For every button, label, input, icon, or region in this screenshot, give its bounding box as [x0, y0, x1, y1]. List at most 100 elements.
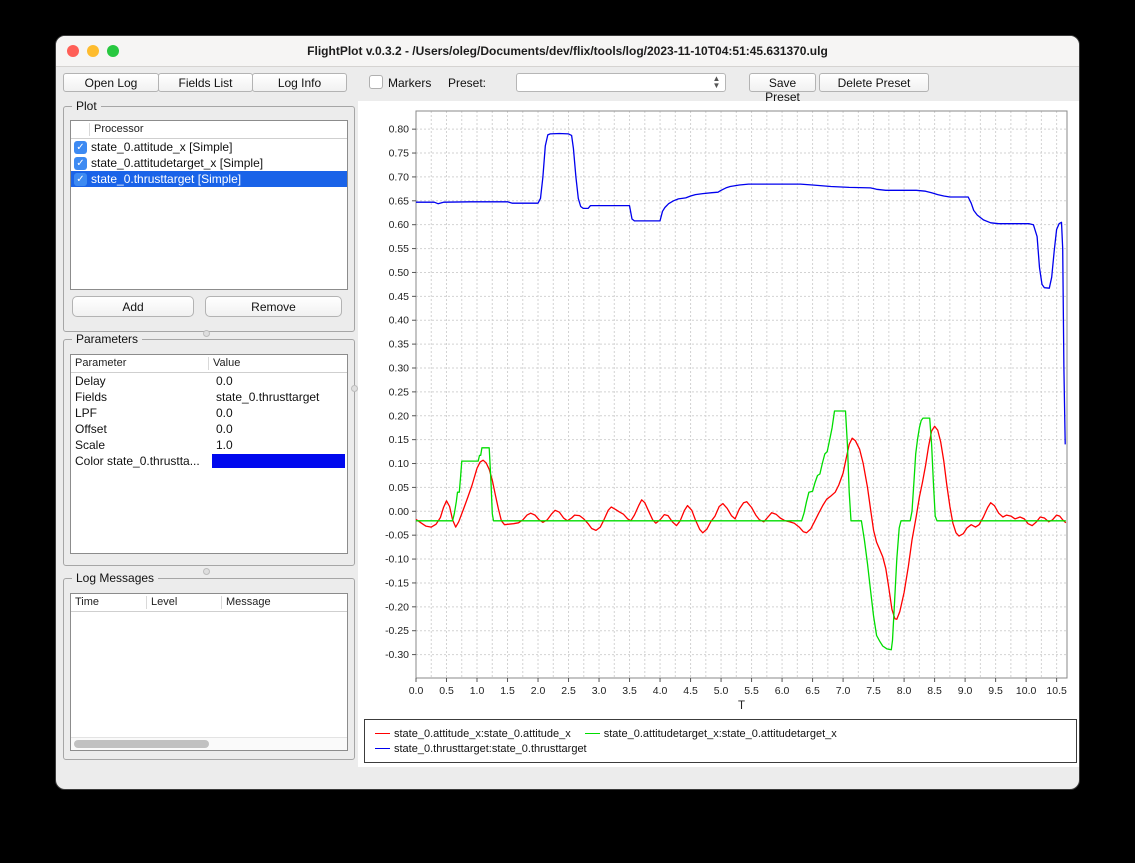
- y-tick-label: 0.75: [389, 148, 410, 160]
- x-tick-label: 6.5: [805, 685, 820, 697]
- x-tick-label: 3.0: [592, 685, 607, 697]
- desktop: { "window": { "title": "FlightPlot v.0.3…: [0, 0, 1135, 863]
- parameter-column-header: Parameter: [71, 357, 208, 370]
- y-tick-label: -0.15: [385, 577, 409, 589]
- splitter-grip-vertical[interactable]: [351, 385, 358, 392]
- close-window-button[interactable]: [67, 45, 79, 57]
- y-tick-label: 0.65: [389, 195, 410, 207]
- log-scrollbar-thumb[interactable]: [74, 740, 209, 748]
- parameter-name: Offset: [71, 422, 212, 436]
- time-column-header: Time: [71, 596, 146, 609]
- markers-checkbox[interactable]: [369, 75, 383, 89]
- log-horizontal-scrollbar[interactable]: [71, 737, 347, 750]
- x-tick-label: 5.5: [744, 685, 759, 697]
- message-column-header: Message: [221, 596, 347, 609]
- x-tick-label: 2.0: [531, 685, 546, 697]
- processor-row[interactable]: ✓ state_0.attitude_x [Simple]: [71, 139, 347, 155]
- parameter-value: 0.0: [212, 422, 347, 436]
- parameter-row[interactable]: Scale1.0: [71, 437, 347, 453]
- parameter-row[interactable]: Offset0.0: [71, 421, 347, 437]
- x-tick-label: 3.5: [622, 685, 637, 697]
- preset-combobox[interactable]: ▲▼: [516, 73, 726, 92]
- processor-list-rows: ✓ state_0.attitude_x [Simple]✓state_0.att…: [71, 139, 347, 187]
- processor-row-label: state_0.attitude_x [Simple]: [91, 140, 232, 154]
- legend-label: state_0.attitudetarget_x:state_0.attitud…: [604, 728, 837, 740]
- x-axis-label: T: [738, 700, 745, 712]
- processor-checkbox-icon[interactable]: ✓: [74, 173, 87, 186]
- markers-label: Markers: [388, 76, 431, 90]
- chart-panel: 0.800.750.700.650.600.550.500.450.400.35…: [358, 101, 1080, 767]
- value-column-header: Value: [208, 357, 347, 370]
- legend-item: state_0.attitude_x:state_0.attitude_x: [375, 728, 571, 740]
- y-tick-label: 0.45: [389, 291, 410, 303]
- parameter-row[interactable]: Delay0.0: [71, 373, 347, 389]
- x-tick-label: 10.0: [1016, 685, 1037, 697]
- processor-row-label: state_0.thrusttarget [Simple]: [91, 172, 241, 186]
- parameter-row[interactable]: Fieldsstate_0.thrusttarget: [71, 389, 347, 405]
- legend-line-icon: [375, 748, 390, 749]
- processor-checkbox-icon[interactable]: ✓: [74, 141, 87, 154]
- save-preset-button[interactable]: Save Preset: [749, 73, 816, 92]
- processor-checkbox-icon[interactable]: ✓: [74, 157, 87, 170]
- y-tick-label: 0.55: [389, 243, 410, 255]
- delete-preset-button[interactable]: Delete Preset: [819, 73, 929, 92]
- parameter-value: state_0.thrusttarget: [212, 390, 347, 404]
- y-tick-label: 0.30: [389, 362, 410, 374]
- y-tick-label: 0.35: [389, 339, 410, 351]
- parameters-group: Parameters Parameter Value Delay0.0Field…: [63, 339, 355, 566]
- parameter-value: 0.0: [212, 374, 347, 388]
- x-tick-label: 9.5: [988, 685, 1003, 697]
- x-tick-label: 5.0: [714, 685, 729, 697]
- combobox-stepper-icon[interactable]: ▲▼: [710, 75, 723, 90]
- color-swatch[interactable]: [212, 454, 345, 468]
- legend-item: state_0.thrusttarget:state_0.thrusttarge…: [375, 743, 587, 755]
- y-tick-label: -0.30: [385, 649, 409, 661]
- preset-label: Preset:: [448, 76, 486, 90]
- fields-list-button[interactable]: Fields List: [158, 73, 253, 92]
- y-tick-label: 0.70: [389, 171, 410, 183]
- plot-group: Plot Processor ✓state_0.attitude_x [Simp…: [63, 106, 355, 332]
- splitter-grip-parameters-log[interactable]: [203, 568, 210, 575]
- parameter-row[interactable]: Color state_0.thrustta...: [71, 453, 347, 469]
- log-messages-table[interactable]: Time Level Message: [70, 593, 348, 751]
- parameter-row[interactable]: LPF0.0: [71, 405, 347, 421]
- chart-svg[interactable]: 0.800.750.700.650.600.550.500.450.400.35…: [358, 101, 1080, 713]
- x-tick-label: 0.0: [409, 685, 424, 697]
- y-tick-label: -0.05: [385, 530, 409, 542]
- x-tick-label: 7.0: [836, 685, 851, 697]
- x-tick-label: 10.5: [1046, 685, 1067, 697]
- x-tick-label: 1.0: [470, 685, 485, 697]
- x-tick-label: 8.0: [897, 685, 912, 697]
- parameters-group-title: Parameters: [72, 332, 142, 346]
- splitter-grip-plot-parameters[interactable]: [203, 330, 210, 337]
- parameters-table[interactable]: Parameter Value Delay0.0Fieldsstate_0.th…: [70, 354, 348, 554]
- log-info-button[interactable]: Log Info: [252, 73, 347, 92]
- x-tick-label: 4.0: [653, 685, 668, 697]
- add-button[interactable]: Add: [72, 296, 194, 317]
- parameter-name: Fields: [71, 390, 212, 404]
- parameter-name: Delay: [71, 374, 212, 388]
- window-title: FlightPlot v.0.3.2 - /Users/oleg/Documen…: [56, 36, 1079, 66]
- processor-row[interactable]: ✓state_0.attitudetarget_x [Simple]: [71, 155, 347, 171]
- processor-row[interactable]: ✓ state_0.thrusttarget [Simple]: [71, 171, 347, 187]
- legend-line-icon: [375, 733, 390, 734]
- log-messages-table-header: Time Level Message: [71, 594, 347, 612]
- y-tick-label: -0.25: [385, 625, 409, 637]
- y-tick-label: -0.20: [385, 601, 409, 613]
- x-tick-label: 8.5: [927, 685, 942, 697]
- processor-list[interactable]: Processor ✓state_0.attitude_x [Simple]✓s…: [70, 120, 348, 290]
- log-messages-group: Log Messages Time Level Message: [63, 578, 355, 760]
- parameters-table-header: Parameter Value: [71, 355, 347, 373]
- x-tick-label: 7.5: [866, 685, 881, 697]
- title-bar: FlightPlot v.0.3.2 - /Users/oleg/Documen…: [56, 36, 1079, 67]
- zoom-window-button[interactable]: [107, 45, 119, 57]
- open-log-button[interactable]: Open Log: [63, 73, 159, 92]
- parameter-name: Scale: [71, 438, 212, 452]
- y-tick-label: 0.50: [389, 267, 410, 279]
- remove-button[interactable]: Remove: [205, 296, 342, 317]
- y-tick-label: 0.60: [389, 219, 410, 231]
- minimize-window-button[interactable]: [87, 45, 99, 57]
- y-tick-label: 0.40: [389, 315, 410, 327]
- parameter-name: LPF: [71, 406, 212, 420]
- legend-label: state_0.attitude_x:state_0.attitude_x: [394, 728, 571, 740]
